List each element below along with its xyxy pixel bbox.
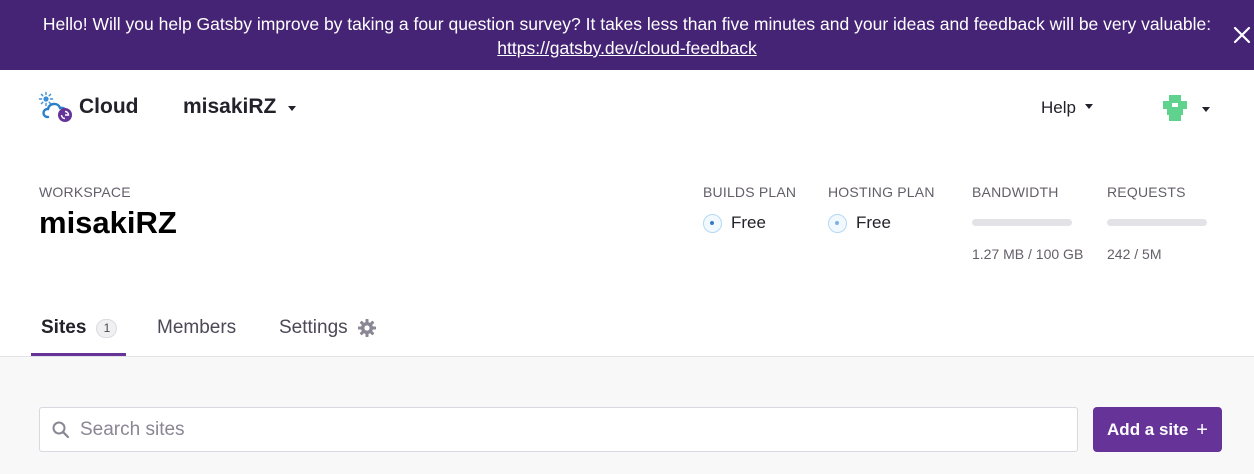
- user-menu[interactable]: [1160, 93, 1210, 123]
- bandwidth-label: BANDWIDTH: [972, 184, 1059, 200]
- tab-settings[interactable]: Settings: [279, 300, 377, 356]
- hosting-plan-value: Free: [856, 213, 891, 232]
- search-input[interactable]: [80, 418, 1040, 441]
- tab-members-label: Members: [157, 317, 237, 338]
- feedback-banner: Hello! Will you help Gatsby improve by t…: [0, 0, 1254, 70]
- chevron-down-icon: [1084, 103, 1093, 109]
- gatsby-cloud-logo-icon: [38, 90, 76, 124]
- workspace-label: WORKSPACE: [39, 184, 131, 200]
- tab-sites-label: Sites: [41, 317, 87, 338]
- requests-value: 242 / 5M: [1107, 246, 1162, 262]
- plan-badge-icon: [828, 213, 847, 233]
- plan-badge-icon: [703, 213, 722, 233]
- requests-usage: REQUESTS 242 / 5M: [1107, 184, 1207, 262]
- builds-plan-value: Free: [731, 213, 766, 232]
- plus-icon: +: [1196, 418, 1208, 441]
- builds-plan-label: BUILDS PLAN: [703, 184, 797, 200]
- hosting-plan-label: HOSTING PLAN: [828, 184, 935, 200]
- tab-sites[interactable]: Sites 1: [41, 300, 118, 356]
- banner-message: Hello! Will you help Gatsby improve by t…: [42, 14, 1212, 34]
- banner-feedback-link[interactable]: https://gatsby.dev/cloud-feedback: [497, 38, 756, 58]
- workspace-title: misakiRZ: [39, 205, 177, 240]
- add-site-label: Add a site: [1107, 419, 1189, 439]
- bandwidth-value: 1.27 MB / 100 GB: [972, 246, 1084, 262]
- help-menu[interactable]: Help: [1041, 98, 1093, 118]
- chevron-down-icon: [288, 105, 297, 111]
- search-icon: [51, 420, 71, 440]
- requests-label: REQUESTS: [1107, 184, 1186, 200]
- chevron-down-icon: [1202, 106, 1210, 112]
- tab-members[interactable]: Members: [157, 300, 236, 356]
- top-header: Cloud misakiRZ Help: [0, 70, 1254, 148]
- workspace-tabs: Sites 1 Members Settings: [0, 300, 1254, 357]
- add-site-button[interactable]: Add a site +: [1093, 407, 1222, 452]
- close-icon[interactable]: [1231, 24, 1253, 46]
- tab-settings-label: Settings: [279, 317, 348, 338]
- requests-progress-bar: [1107, 219, 1207, 226]
- help-label: Help: [1041, 98, 1076, 117]
- builds-plan: BUILDS PLAN Free: [703, 184, 796, 233]
- bandwidth-usage: BANDWIDTH 1.27 MB / 100 GB: [972, 184, 1083, 262]
- sites-content: Add a site +: [0, 357, 1254, 474]
- gear-icon: [357, 318, 377, 338]
- sites-count-badge: 1: [96, 318, 118, 338]
- cloud-logo[interactable]: Cloud: [38, 90, 138, 124]
- search-box[interactable]: [39, 407, 1078, 452]
- logo-text: Cloud: [79, 95, 139, 118]
- workspace-switcher-label: misakiRZ: [183, 95, 277, 118]
- avatar: [1160, 93, 1190, 123]
- workspace-switcher[interactable]: misakiRZ: [183, 95, 297, 119]
- bandwidth-progress-bar: [972, 219, 1072, 226]
- hosting-plan: HOSTING PLAN Free: [828, 184, 935, 233]
- active-tab-indicator: [31, 353, 126, 356]
